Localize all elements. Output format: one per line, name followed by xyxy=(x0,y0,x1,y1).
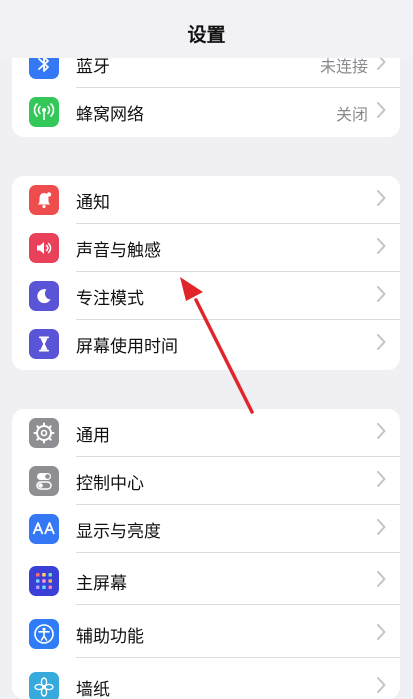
settings-row-label: 屏幕使用时间 xyxy=(76,337,178,357)
home-grid-icon xyxy=(29,566,59,596)
chevron-right-icon xyxy=(377,190,386,210)
chevron-right-icon xyxy=(377,102,386,122)
settings-row-home-screen[interactable]: 主屏幕 xyxy=(12,557,400,605)
hourglass-icon xyxy=(29,329,59,359)
toggles-icon xyxy=(29,466,59,496)
settings-row-general[interactable]: 通用 xyxy=(12,409,400,457)
chevron-right-icon xyxy=(377,624,386,644)
settings-row-label: 墙纸 xyxy=(76,680,110,699)
notifications-icon xyxy=(29,185,59,215)
accessibility-icon xyxy=(29,619,59,649)
settings-row-label: 主屏幕 xyxy=(76,574,127,594)
settings-row-notifications[interactable]: 通知 xyxy=(12,176,400,224)
page-title: 设置 xyxy=(187,24,226,46)
settings-row-label: 通用 xyxy=(76,426,110,446)
settings-row-wallpaper[interactable]: 墙纸 xyxy=(12,663,400,699)
cellular-status-value: 关闭 xyxy=(335,105,368,124)
chevron-right-icon xyxy=(377,571,386,591)
settings-row-display[interactable]: 显示与亮度 xyxy=(12,505,400,553)
chevron-right-icon xyxy=(377,334,386,354)
gear-icon xyxy=(29,418,59,448)
row-divider xyxy=(76,604,400,605)
navigation-bar: 设置 xyxy=(0,0,413,58)
chevron-right-icon xyxy=(377,238,386,258)
settings-row-focus[interactable]: 专注模式 xyxy=(12,272,400,320)
settings-row-label: 专注模式 xyxy=(76,289,144,309)
cellular-icon xyxy=(29,97,59,127)
speaker-icon xyxy=(29,233,59,263)
display-aa-icon xyxy=(29,514,59,544)
moon-icon xyxy=(29,281,59,311)
general-group: 通用 控制中心 显示与亮度 主屏幕 辅助功能 墙纸 xyxy=(12,409,400,699)
settings-row-accessibility[interactable]: 辅助功能 xyxy=(12,610,400,658)
settings-row-label: 蜂窝网络 xyxy=(76,105,144,125)
settings-row-sound[interactable]: 声音与触感 xyxy=(12,224,400,272)
settings-row-label: 声音与触感 xyxy=(76,241,161,261)
notifications-group: 通知 声音与触感 专注模式 屏幕使用时间 xyxy=(12,176,400,370)
settings-row-screen-time[interactable]: 屏幕使用时间 xyxy=(12,320,400,368)
chevron-right-icon xyxy=(377,677,386,697)
row-divider xyxy=(76,657,400,658)
settings-row-label: 辅助功能 xyxy=(76,627,144,647)
settings-row-label: 显示与亮度 xyxy=(76,522,161,542)
chevron-right-icon xyxy=(377,286,386,306)
wallpaper-flower-icon xyxy=(29,672,59,699)
chevron-right-icon xyxy=(377,471,386,491)
chevron-right-icon xyxy=(377,423,386,443)
settings-row-label: 通知 xyxy=(76,193,110,213)
settings-row-label: 控制中心 xyxy=(76,474,144,494)
settings-row-control-center[interactable]: 控制中心 xyxy=(12,457,400,505)
row-divider xyxy=(76,552,400,553)
settings-row-cellular[interactable]: 蜂窝网络 关闭 xyxy=(12,88,400,136)
chevron-right-icon xyxy=(377,519,386,539)
